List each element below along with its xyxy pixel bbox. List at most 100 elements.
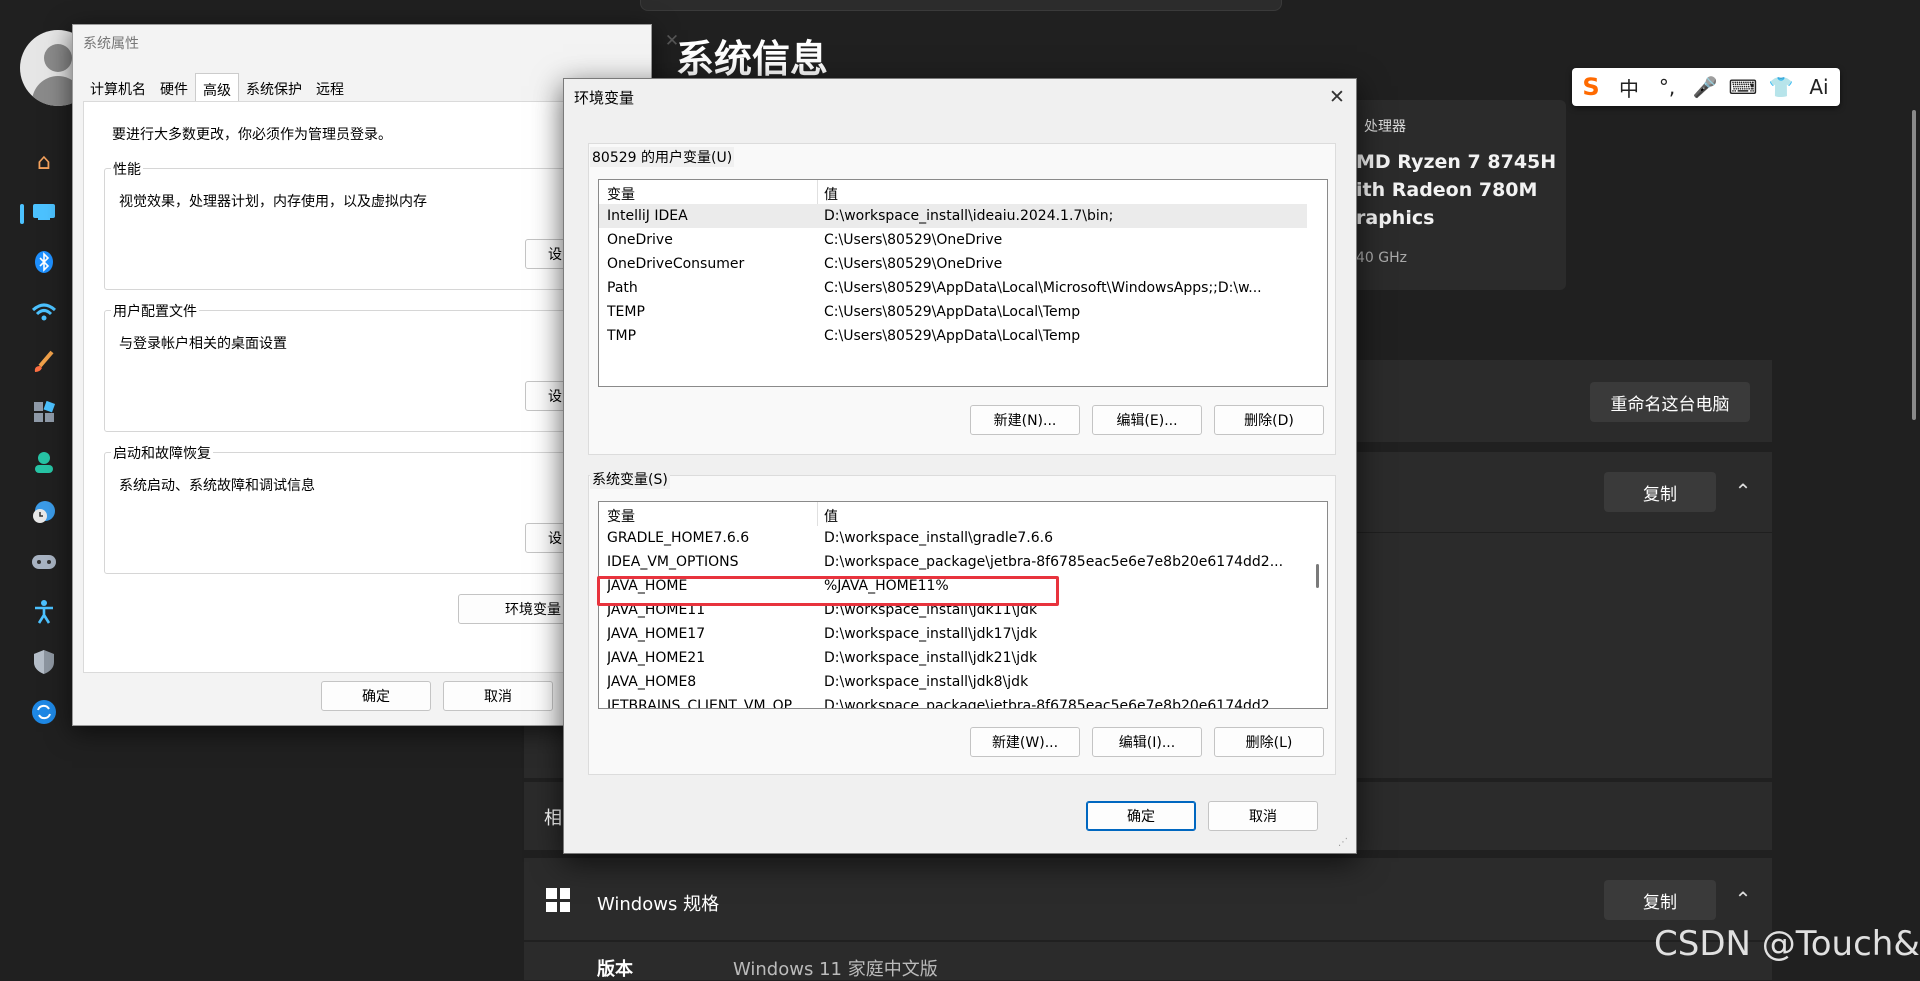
bluetooth-icon[interactable] [28,246,60,278]
variable-name: TMP [607,328,637,344]
variable-value: D:\workspace_install\ideaiu.2024.1.7\bin… [824,208,1114,224]
chevron-up-icon[interactable]: ⌃ [1728,884,1758,914]
tab-system-protection[interactable]: 系统保护 [239,75,309,104]
version-label: 版本 [597,959,633,980]
ok-button[interactable]: 确定 [321,681,431,711]
variable-value: %JAVA_HOME11% [824,578,949,594]
ok-button[interactable]: 确定 [1086,801,1196,831]
tab-remote[interactable]: 远程 [309,75,351,104]
sogou-logo-icon[interactable]: S [1572,73,1610,101]
nav-active-indicator [20,204,24,224]
user-new-button[interactable]: 新建(N)... [970,405,1080,435]
accessibility-icon[interactable] [28,596,60,628]
user-variables-title: 80529 的用户变量(U) [590,147,735,167]
wifi-icon[interactable] [28,296,60,328]
user-variables-list[interactable]: 变量 值 IntelliJ IDEA D:\workspace_install\i… [598,179,1328,387]
system-edit-button[interactable]: 编辑(I)... [1092,727,1202,757]
variable-name: JAVA_HOME [607,578,688,594]
variable-value: D:\workspace_install\jdk17\jdk [824,626,1038,642]
tab-bar: 计算机名 硬件 高级 系统保护 远程 [83,73,351,104]
variable-value: D:\workspace_install\jdk11\jdk [824,602,1038,618]
ime-toolbar: S 中 °, 🎤 ⌨ 👕 Ai [1572,68,1840,106]
ime-punctuation-icon[interactable]: °, [1648,75,1686,99]
column-header-variable[interactable]: 变量 [607,184,817,204]
table-row[interactable]: IntelliJ IDEA D:\workspace_install\ideaiu… [599,204,1307,228]
table-row-java-home[interactable]: JAVA_HOME %JAVA_HOME11% [599,574,1307,598]
cancel-button[interactable]: 取消 [443,681,553,711]
settings-search-bar[interactable] [640,0,1282,11]
skin-icon[interactable]: 👕 [1762,75,1800,99]
apps-icon[interactable] [28,396,60,428]
variable-name: JAVA_HOME8 [607,674,697,690]
close-icon[interactable]: ✕ [657,29,687,53]
variable-name: JAVA_HOME17 [607,626,706,642]
table-row[interactable]: IDEA_VM_OPTIONS D:\workspace_package\jetb… [599,550,1307,574]
close-icon[interactable]: ✕ [1322,83,1352,111]
system-new-button[interactable]: 新建(W)... [970,727,1080,757]
table-row[interactable]: JETBRAINS_CLIENT_VM_OP... D:\workspace_pa… [599,694,1307,709]
ai-icon[interactable]: Ai [1800,75,1838,99]
variable-name: JETBRAINS_CLIENT_VM_OP... [607,698,804,709]
rename-pc-button[interactable]: 重命名这台电脑 [1590,382,1750,422]
microphone-icon[interactable]: 🎤 [1686,75,1724,99]
tab-hardware[interactable]: 硬件 [153,75,195,104]
accounts-icon[interactable] [28,446,60,478]
table-row[interactable]: JAVA_HOME17 D:\workspace_install\jdk17\jd… [599,622,1307,646]
ime-mode-toggle[interactable]: 中 [1610,73,1648,102]
privacy-shield-icon[interactable] [28,646,60,678]
brush-icon[interactable] [28,346,60,378]
home-icon[interactable]: ⌂ [28,146,60,178]
group-title: 性能 [111,159,143,179]
variable-value: D:\workspace_install\gradle7.6.6 [824,530,1054,546]
processor-name: MD Ryzen 7 8745H ith Radeon 780M raphics [1356,151,1557,229]
system-variables-title: 系统变量(S) [590,469,670,489]
table-row[interactable]: OneDriveConsumer C:\Users\80529\OneDrive [599,252,1307,276]
system-icon[interactable] [28,196,60,228]
group-desc: 与登录帐户相关的桌面设置 [119,336,287,352]
table-row[interactable]: GRADLE_HOME7.6.6 D:\workspace_install\gra… [599,526,1307,550]
variable-name: GRADLE_HOME7.6.6 [607,530,750,546]
version-row [524,942,1772,980]
table-row[interactable]: TEMP C:\Users\80529\AppData\Local\Temp [599,300,1307,324]
variable-name: TEMP [607,304,645,320]
tab-computer-name[interactable]: 计算机名 [83,75,153,104]
resize-grip-icon[interactable]: ⋰ [1338,837,1350,849]
tab-content: 要进行大多数更改，你必须作为管理员登录。 性能 视觉效果，处理器计划，内存使用，… [83,101,646,673]
table-row[interactable]: JAVA_HOME11 D:\workspace_install\jdk11\jd… [599,598,1307,622]
list-header: 变量 值 [599,180,1307,204]
table-row[interactable]: TMP C:\Users\80529\AppData\Local\Temp [599,324,1307,348]
chevron-up-icon[interactable]: ⌃ [1728,476,1758,506]
list-header: 变量 值 [599,502,1307,526]
table-row[interactable]: JAVA_HOME21 D:\workspace_install\jdk21\jd… [599,646,1307,670]
window-title: 系统属性 [83,36,139,52]
user-edit-button[interactable]: 编辑(E)... [1092,405,1202,435]
copy-windows-spec-button[interactable]: 复制 [1604,880,1716,920]
admin-note: 要进行大多数更改，你必须作为管理员登录。 [112,127,392,143]
page-title: 系统信息 [676,37,829,81]
table-row[interactable]: Path C:\Users\80529\AppData\Local\Microso… [599,276,1307,300]
copy-device-spec-button[interactable]: 复制 [1604,472,1716,512]
column-header-value[interactable]: 值 [824,506,1302,526]
variable-value: C:\Users\80529\AppData\Local\Temp [824,304,1081,320]
variable-name: IDEA_VM_OPTIONS [607,554,739,570]
user-delete-button[interactable]: 删除(D) [1214,405,1324,435]
time-language-icon[interactable] [28,496,60,528]
tab-advanced[interactable]: 高级 [195,73,239,104]
variable-name: OneDriveConsumer [607,256,745,272]
windows-update-icon[interactable] [28,696,60,728]
column-header-value[interactable]: 值 [824,184,1302,204]
variable-value: C:\Users\80529\AppData\Local\Microsoft\W… [824,280,1262,296]
list-scrollbar[interactable] [1309,502,1327,708]
column-header-variable[interactable]: 变量 [607,506,817,526]
gaming-icon[interactable] [28,546,60,578]
version-value: Windows 11 家庭中文版 [733,959,938,980]
table-row[interactable]: OneDrive C:\Users\80529\OneDrive [599,228,1307,252]
system-delete-button[interactable]: 删除(L) [1214,727,1324,757]
keyboard-icon[interactable]: ⌨ [1724,75,1762,99]
variable-value: C:\Users\80529\OneDrive [824,256,1003,272]
page-scrollbar[interactable] [1912,110,1916,420]
group-title: 用户配置文件 [111,301,199,321]
system-variables-list[interactable]: 变量 值 GRADLE_HOME7.6.6 D:\workspace_instal… [598,501,1328,709]
cancel-button[interactable]: 取消 [1208,801,1318,831]
table-row[interactable]: JAVA_HOME8 D:\workspace_install\jdk8\jdk [599,670,1307,694]
